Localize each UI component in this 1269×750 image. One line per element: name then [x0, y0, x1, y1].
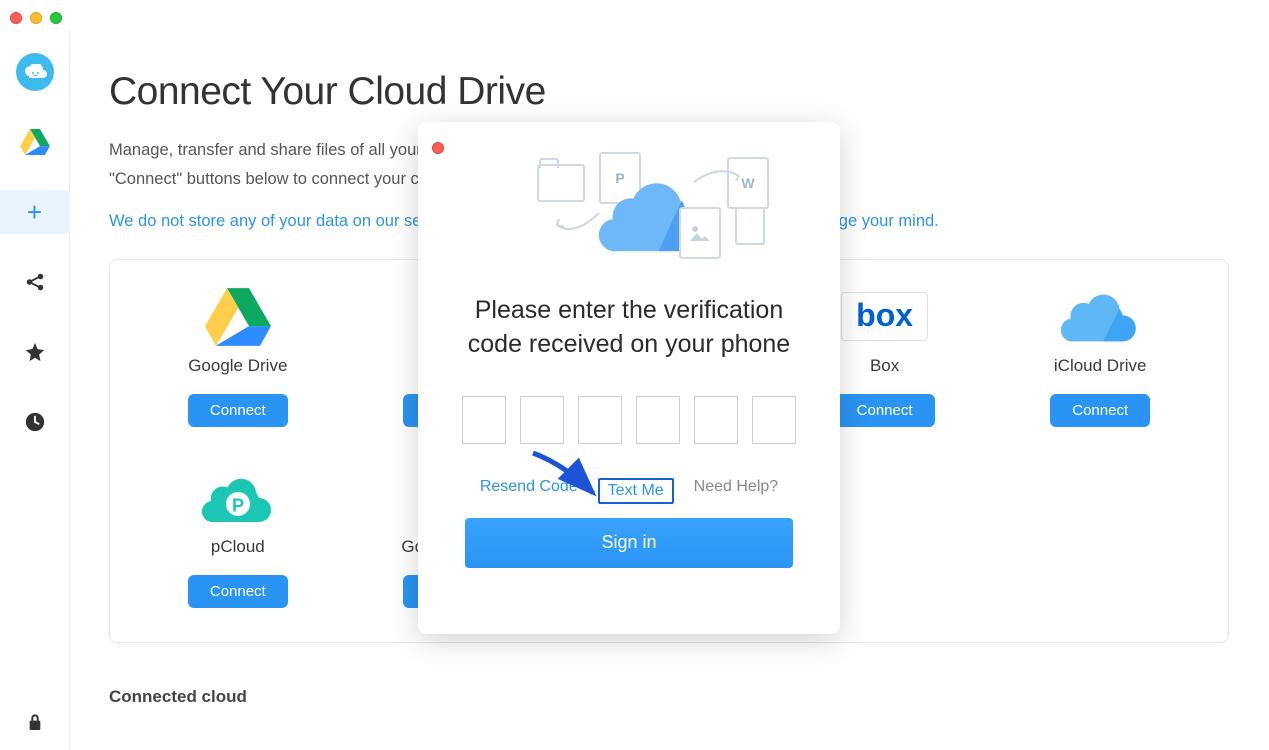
sidebar-item-recent[interactable] — [0, 400, 70, 444]
image-doc-icon — [679, 207, 721, 259]
need-help-link[interactable]: Need Help? — [694, 478, 779, 504]
pcloud-icon: P — [202, 469, 274, 527]
sidebar: + — [0, 30, 70, 750]
modal-close-icon[interactable] — [432, 142, 444, 154]
star-icon — [24, 341, 46, 363]
arrow-right-icon — [689, 162, 749, 192]
resend-code-link[interactable]: Resend Code — [480, 478, 578, 504]
sidebar-item-app-home[interactable] — [0, 50, 70, 94]
folder-icon — [537, 164, 585, 202]
connect-button[interactable]: Connect — [1050, 394, 1150, 427]
sidebar-item-google-drive[interactable] — [0, 120, 70, 164]
provider-name: iCloud Drive — [1054, 356, 1147, 376]
code-digit-3[interactable] — [578, 396, 622, 444]
fullscreen-window-icon[interactable] — [50, 12, 62, 24]
plus-icon: + — [27, 197, 42, 228]
verification-modal: P W Please enter the verification code r… — [418, 122, 840, 634]
box-icon: box — [841, 288, 928, 346]
modal-hero-illustration: P W — [479, 152, 779, 272]
provider-card-pcloud: P pCloud Connect — [140, 469, 336, 608]
code-digit-2[interactable] — [520, 396, 564, 444]
share-icon — [24, 271, 46, 293]
sidebar-item-share[interactable] — [0, 260, 70, 304]
minimize-window-icon[interactable] — [30, 12, 42, 24]
provider-name: Google Drive — [188, 356, 287, 376]
page-title: Connect Your Cloud Drive — [109, 70, 1229, 114]
connect-button[interactable]: Connect — [188, 575, 288, 608]
lock-icon — [27, 712, 43, 732]
google-drive-icon — [20, 129, 50, 155]
google-drive-icon — [205, 288, 271, 346]
modal-links: Resend Code Text Me Need Help? — [480, 478, 778, 504]
clock-icon — [24, 411, 46, 433]
connected-cloud-heading: Connected cloud — [109, 687, 1229, 707]
sidebar-item-favorites[interactable] — [0, 330, 70, 374]
svg-text:P: P — [232, 495, 244, 515]
text-me-link[interactable]: Text Me — [598, 478, 674, 504]
provider-card-icloud: iCloud Drive Connect — [1002, 288, 1198, 427]
arrow-left-icon — [549, 207, 609, 243]
connect-button[interactable]: Connect — [835, 394, 935, 427]
code-digit-4[interactable] — [636, 396, 680, 444]
modal-title: Please enter the verification code recei… — [418, 294, 840, 362]
app-logo-icon — [16, 53, 54, 91]
close-window-icon[interactable] — [10, 12, 22, 24]
provider-name: Box — [870, 356, 899, 376]
code-digit-5[interactable] — [694, 396, 738, 444]
sidebar-lock[interactable] — [0, 712, 70, 732]
code-digit-6[interactable] — [752, 396, 796, 444]
provider-name: pCloud — [211, 537, 265, 557]
code-digit-1[interactable] — [462, 396, 506, 444]
connect-button[interactable]: Connect — [188, 394, 288, 427]
sign-in-button[interactable]: Sign in — [465, 518, 793, 568]
provider-card-google-drive: Google Drive Connect — [140, 288, 336, 427]
blank-doc-icon — [735, 207, 765, 245]
sidebar-item-add-cloud[interactable]: + — [0, 190, 70, 234]
verification-code-inputs — [462, 396, 796, 444]
icloud-icon — [1061, 288, 1139, 346]
window-traffic-lights — [10, 12, 62, 24]
